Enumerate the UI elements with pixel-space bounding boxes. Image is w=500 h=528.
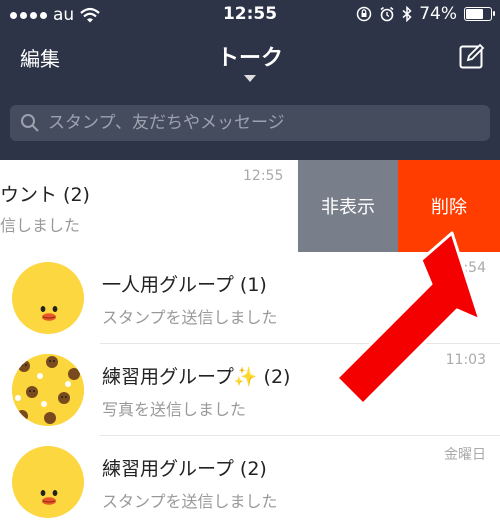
bluetooth-icon <box>402 6 412 22</box>
avatar <box>12 446 84 518</box>
chick-face-icon <box>40 306 58 321</box>
chevron-down-icon <box>244 75 256 82</box>
chat-time: 12:55 <box>243 168 284 184</box>
chat-name: ウント (2) <box>0 184 90 206</box>
header: au 12:55 74% 編集 トーク スタンプ、友だちやメッセージ <box>0 0 500 160</box>
chat-row[interactable]: 練習用グループ✨ (2) 写真を送信しました 11:03 <box>0 344 500 436</box>
status-right: 74% <box>356 4 495 24</box>
avatar <box>12 262 84 334</box>
avatar <box>12 354 84 426</box>
battery-percent: 74% <box>419 4 457 24</box>
search-bar[interactable] <box>10 105 490 141</box>
chick-face-icon <box>40 490 58 505</box>
delete-button[interactable]: 削除 <box>398 160 500 252</box>
page-title: トーク <box>216 46 283 71</box>
swiped-chat-row[interactable]: ウント (2) 信しました 12:55 非表示 削除 <box>0 160 500 252</box>
chat-row[interactable]: 練習用グループ (2) スタンプを送信しました 金曜日 <box>0 436 500 528</box>
chat-time: 12:54 <box>445 260 486 276</box>
chat-last-message: スタンプを送信しました <box>102 308 278 327</box>
hide-button[interactable]: 非表示 <box>298 160 398 252</box>
chat-time: 金曜日 <box>444 447 486 463</box>
search-input[interactable] <box>48 105 478 141</box>
title-dropdown[interactable]: トーク <box>0 40 500 82</box>
compose-icon[interactable] <box>458 42 486 70</box>
nav-bar: 編集 トーク <box>0 30 500 90</box>
chat-name: 練習用グループ (2) <box>102 458 267 480</box>
rotation-lock-icon <box>356 6 372 22</box>
battery-fill <box>466 9 484 19</box>
battery-icon <box>464 7 495 21</box>
search-icon <box>21 114 39 132</box>
chat-last-message: スタンプを送信しました <box>102 492 278 511</box>
alarm-icon <box>380 6 394 22</box>
chat-row[interactable]: 一人用グループ (1) スタンプを送信しました 12:54 <box>0 252 500 344</box>
pattern-avatar-icon <box>12 354 84 426</box>
status-bar: au 12:55 74% <box>0 0 500 30</box>
chat-name: 一人用グループ (1) <box>102 274 267 296</box>
chat-last-message: 写真を送信しました <box>102 400 247 419</box>
chat-name: 練習用グループ✨ (2) <box>102 366 291 388</box>
chat-last-message: 信しました <box>0 216 81 235</box>
chat-time: 11:03 <box>445 352 486 368</box>
